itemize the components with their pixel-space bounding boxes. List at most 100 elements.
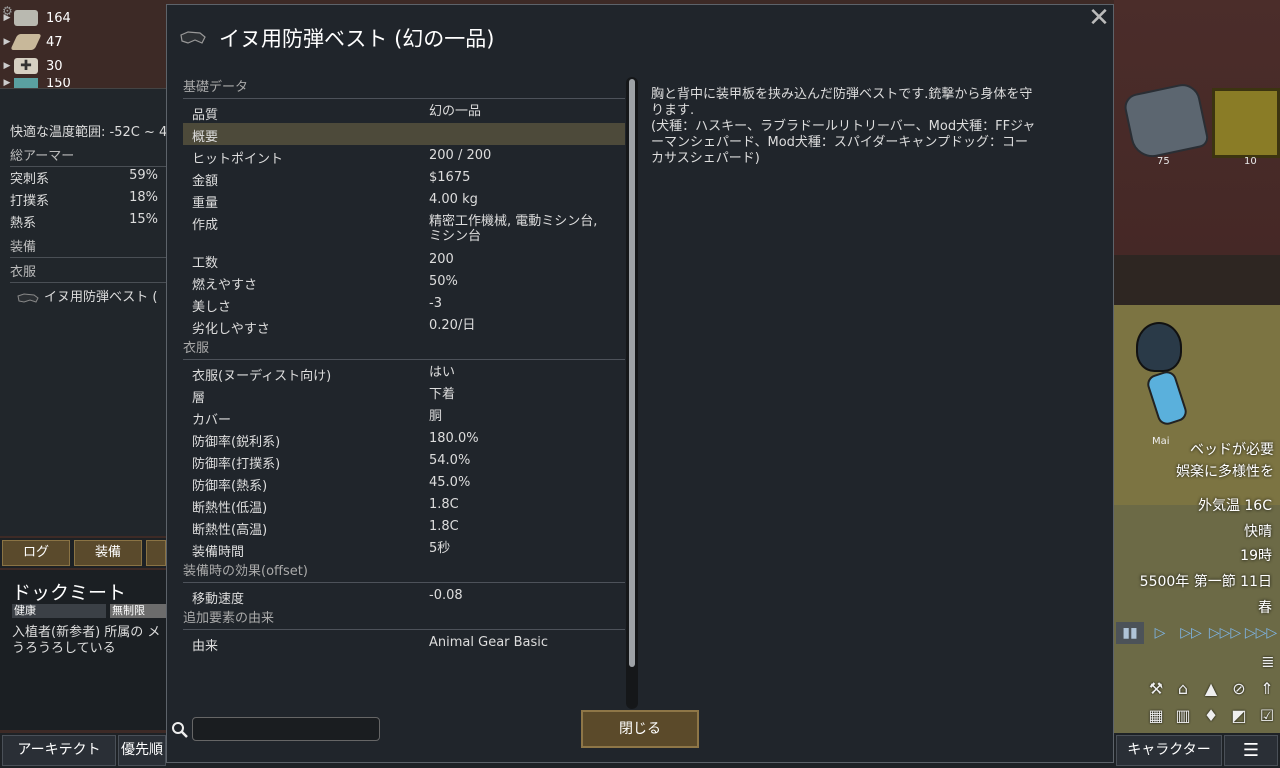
stats-scroll-thumb[interactable] [629,79,635,667]
stat-value: 200 [429,252,454,267]
stat-row[interactable]: 概要 [183,123,625,145]
crate-item[interactable] [1212,88,1280,158]
stat-label: 移動速度 [192,592,245,607]
stat-row[interactable]: 防御率(熱系) 45.0% [183,472,625,494]
section-header: 基礎データ [183,79,625,99]
armor-sharp-value: 59% [129,168,158,183]
stat-row[interactable]: 装備時間 5秒 [183,538,625,560]
resource-row[interactable]: ▶ 164 [0,7,71,29]
expand-arrow-icon[interactable]: ▶ [0,78,14,88]
characters-button[interactable]: キャラクター [1116,735,1222,766]
overlay-zone-icon[interactable]: ▦ [1145,705,1167,727]
menu-list-icon[interactable]: ☰ [1224,735,1278,766]
overlay-build-icon[interactable]: ⚒ [1145,678,1167,700]
resource-row[interactable]: ▶ 150 [0,78,71,88]
stat-label: 品質 [192,108,219,123]
overlay-note-icon[interactable]: ☑ [1256,705,1278,727]
search-icon [172,722,188,738]
tab-gear[interactable]: 装備 [74,540,142,566]
time-of-day: 19時 [1240,548,1272,564]
colonist-head[interactable] [1136,322,1182,372]
alert-need-bed[interactable]: ベッドが必要 [1190,439,1274,459]
overlay-beauty-icon[interactable]: ♦ [1200,705,1222,727]
armor-header: 総アーマー [10,145,166,167]
stat-row[interactable]: 断熱性(低温) 1.8C [183,494,625,516]
stat-label: 装備時間 [192,545,245,560]
stat-row[interactable]: 美しさ -3 [183,293,625,315]
stat-value: 45.0% [429,475,471,490]
search-input[interactable] [192,717,380,741]
close-icon[interactable]: ✕ [1085,5,1113,33]
silver-icon [14,10,38,26]
section-header: 追加要素の由来 [183,610,625,630]
stat-row[interactable]: 品質 幻の一品 [183,101,625,123]
inspect-tabs: ログ 装備 [0,538,166,568]
stat-row[interactable]: 金額 $1675 [183,167,625,189]
stat-value: Animal Gear Basic [429,635,549,650]
overlay-forbid-icon[interactable]: ⊘ [1228,678,1250,700]
resource-row[interactable]: ▶ ✚ 30 [0,55,63,77]
overlay-roof-icon[interactable]: ▲ [1200,678,1222,700]
overlay-stats-icon[interactable]: ▥ [1172,705,1194,727]
work-priority-button[interactable]: 優先順 [118,735,166,766]
stat-row[interactable]: 層 下着 [183,384,625,406]
armor-sharp-label: 突刺系 [10,172,50,187]
overlay-list-icon[interactable]: ≣ [1257,651,1279,673]
stat-row[interactable]: 衣服(ヌーディスト向け) はい [183,362,625,384]
stat-label: 断熱性(低温) [192,501,268,516]
stat-row[interactable]: 防御率(打撲系) 54.0% [183,450,625,472]
speed-superfast-icon[interactable]: ▷▷▷ [1208,622,1242,644]
stat-label: 防御率(鋭利系) [192,435,281,450]
stat-row[interactable]: 作成 精密工作機械, 電動ミシン台, ミシン台 [183,211,625,249]
tab-log[interactable]: ログ [2,540,70,566]
armor-heat-label: 熱系 [10,216,37,231]
stat-row[interactable]: 断熱性(高温) 1.8C [183,516,625,538]
resource-count: 47 [46,34,63,50]
stat-row[interactable]: 重量 4.00 kg [183,189,625,211]
speed-ultrafast-icon[interactable]: ▷▷▷ [1244,622,1278,644]
stat-value: 54.0% [429,453,471,468]
stat-value: 1.8C [429,497,459,512]
tab-more[interactable] [146,540,166,566]
stat-value: 180.0% [429,431,479,446]
equipment-header: 装備 [10,236,166,258]
stat-row[interactable]: 燃えやすさ 50% [183,271,625,293]
stat-row[interactable]: 移動速度 -0.08 [183,585,625,607]
stat-row[interactable]: 防御率(鋭利系) 180.0% [183,428,625,450]
stat-row[interactable]: 工数 200 [183,249,625,271]
stat-label: 衣服(ヌーディスト向け) [192,369,332,384]
overlay-home-icon[interactable]: ⌂ [1172,678,1194,700]
overlay-up-icon[interactable]: ⇑ [1256,678,1278,700]
dog-vest-icon [17,292,39,303]
stat-row[interactable]: 劣化しやすさ 0.20/日 [183,315,625,337]
close-button[interactable]: 閉じる [581,710,699,748]
pause-icon[interactable]: ▮▮ [1116,622,1144,644]
apparel-item[interactable]: イヌ用防弾ベスト ( [16,286,157,305]
stat-row[interactable]: カバー 胴 [183,406,625,428]
stat-value: 1.8C [429,519,459,534]
area-restriction[interactable]: 無制限 [110,604,166,618]
apparel-header: 衣服 [10,261,166,283]
architect-button[interactable]: アーキテクト [2,735,116,766]
speed-fast-icon[interactable]: ▷▷ [1176,622,1206,644]
expand-arrow-icon[interactable]: ▶ [0,13,14,23]
stat-value: 50% [429,274,458,289]
stat-value: 下着 [429,387,456,402]
speed-normal-icon[interactable]: ▷ [1146,622,1174,644]
stat-label: 作成 [192,218,219,233]
item-info-dialog: イヌ用防弾ベスト (幻の一品) ✕ 基礎データ 品質 幻の一品 概要 ヒットポイント 20… [166,4,1114,763]
section-header: 装備時の効果(offset) [183,563,625,583]
rock-stack-count: 75 [1157,156,1170,167]
stat-row[interactable]: 由来 Animal Gear Basic [183,632,625,654]
stat-label: 燃えやすさ [192,278,258,293]
resource-readout: ⚙ ▶ 164 ▶ 47 ▶ ✚ 30 ▶ 150 [0,0,166,88]
pawn-name: ドックミート [12,582,127,604]
stat-row[interactable]: ヒットポイント 200 / 200 [183,145,625,167]
resource-row[interactable]: ▶ 47 [0,31,63,53]
expand-arrow-icon[interactable]: ▶ [0,61,14,71]
overlay-grid-icon[interactable]: ◩ [1228,705,1250,727]
health-status: 健康 [12,604,106,618]
armor-blunt-value: 18% [129,190,158,205]
alert-recreation-variety[interactable]: 娯楽に多様性を [1176,461,1274,481]
resource-count: 150 [46,78,71,88]
